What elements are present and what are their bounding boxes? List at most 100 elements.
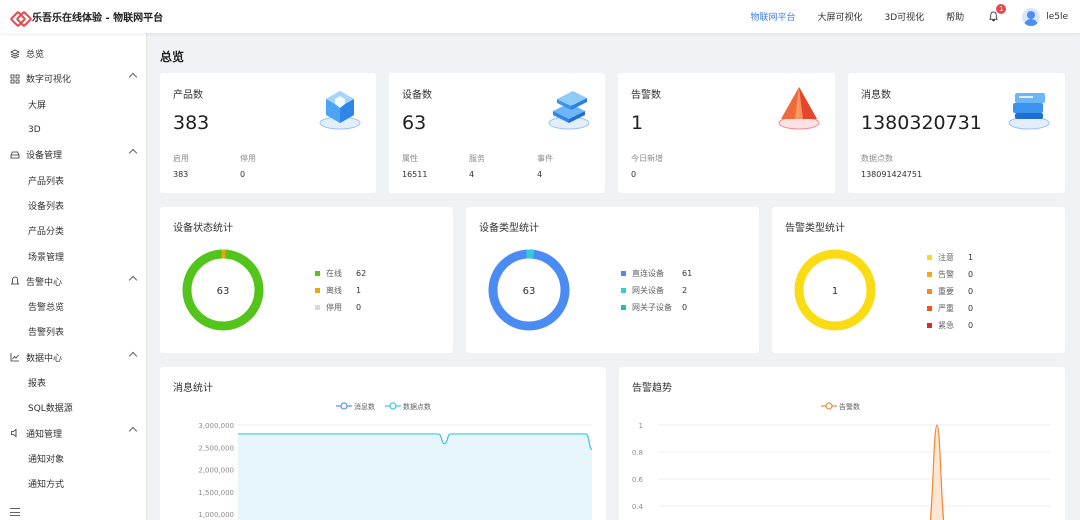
chart-legend[interactable]: 消息数 数据点数	[336, 402, 431, 411]
sidebar-item-device-management[interactable]: 设备管理	[0, 142, 146, 167]
layers-icon	[10, 49, 20, 59]
legend-value: 1	[968, 253, 974, 262]
nav-3d-visual[interactable]: 3D可视化	[885, 10, 925, 23]
bell-icon	[10, 276, 20, 286]
legend-item[interactable]: 离线 1	[315, 282, 366, 299]
sidebar-item-label: 3D	[28, 124, 41, 135]
nav-iot-platform[interactable]: 物联网平台	[750, 10, 795, 23]
legend-item[interactable]: 告警 0	[927, 266, 973, 283]
legend-name: 注意	[938, 253, 954, 262]
y-tick-label: 1,500,000	[198, 489, 234, 497]
donut-center-value: 1	[832, 286, 838, 297]
message-chart-panel: 消息统计 消息数 数据点数 3,000,000 2,500,000 2,000,00…	[160, 367, 606, 520]
alarm-type-legend: 注意 1 告警 0 重要 0 严重 0 紧急 0	[927, 249, 973, 334]
chevron-up-icon	[128, 148, 138, 158]
legend-item[interactable]: 网关子设备 0	[621, 299, 692, 316]
user-avatar[interactable]	[1022, 7, 1041, 26]
legend-swatch	[927, 255, 932, 260]
sidebar-item-product-category[interactable]: 产品分类	[0, 218, 146, 243]
legend-marker	[389, 402, 397, 410]
panel-title: 告警类型统计	[785, 223, 845, 234]
alarm-type-panel: 告警类型统计 1 注意 1 告警 0 重要 0 严重 0 紧急 0	[772, 207, 1065, 353]
device-status-panel: 设备状态统计 63 在线 62 离线 1 停用 0	[160, 207, 453, 353]
stat-title: 消息数	[861, 90, 891, 101]
y-tick-label: 0.6	[632, 476, 644, 484]
legend-item[interactable]: 重要 0	[927, 283, 973, 300]
stat-sub-label: 停用	[240, 154, 256, 163]
sidebar-item-sql-datasource[interactable]: SQL数据源	[0, 395, 146, 420]
legend-item[interactable]: 直连设备 61	[621, 265, 692, 282]
device-type-legend: 直连设备 61 网关设备 2 网关子设备 0	[621, 265, 692, 316]
app-logo[interactable]: 乐吾乐在线体验 - 物联网平台	[12, 9, 163, 24]
sidebar-item-label: 大屏	[28, 100, 47, 111]
legend-swatch	[927, 272, 932, 277]
stat-sub-label: 服务	[469, 154, 485, 163]
legend-value: 0	[968, 270, 974, 279]
sidebar-item-notification-management[interactable]: 通知管理	[0, 420, 146, 445]
sidebar-item-3d[interactable]: 3D	[0, 117, 146, 142]
sidebar-item-product-list[interactable]: 产品列表	[0, 167, 146, 192]
device-type-donut: 63	[488, 249, 570, 331]
stat-sub-value: 4	[469, 170, 475, 179]
legend-name: 网关设备	[632, 286, 664, 295]
device-status-donut: 63	[182, 249, 264, 331]
legend-item[interactable]: 注意 1	[927, 249, 973, 266]
sidebar-item-alarm-overview[interactable]: 告警总览	[0, 294, 146, 319]
chart-legend[interactable]: 告警数	[821, 402, 860, 411]
sidebar-item-overview[interactable]: 总览	[0, 41, 146, 66]
sidebar-item-device-list[interactable]: 设备列表	[0, 193, 146, 218]
message-stack-icon	[1008, 93, 1050, 130]
sidebar-item-alarm-list[interactable]: 告警列表	[0, 319, 146, 344]
alarm-trend-chart: 告警数 1 0.8 0.6 0.4	[632, 402, 1051, 520]
legend-value: 0	[356, 303, 362, 312]
legend-value: 0	[968, 287, 974, 296]
sidebar-item-notify-method[interactable]: 通知方式	[0, 471, 146, 496]
stat-title: 设备数	[402, 90, 432, 101]
sidebar: 总览 数字可视化 大屏 3D 设备管理 产品列表 设备列表 产品分类 场景管理 …	[0, 33, 147, 520]
stat-card-messages: 消息数 1380320731 数据点数 138091424751	[848, 73, 1065, 193]
nav-help[interactable]: 帮助	[946, 10, 964, 23]
notification-bell-icon[interactable]: 1	[986, 3, 1007, 24]
stat-sub-label: 启用	[173, 154, 189, 163]
sidebar-item-label: 产品分类	[28, 227, 65, 238]
collapse-menu-icon[interactable]	[10, 508, 20, 516]
sidebar-item-label: 数据中心	[26, 353, 63, 364]
legend-item[interactable]: 网关设备 2	[621, 282, 692, 299]
y-tick-label: 3,000,000	[198, 422, 234, 430]
stat-value: 1	[631, 112, 644, 134]
sidebar-item-notify-target[interactable]: 通知对象	[0, 446, 146, 471]
username[interactable]: le5le	[1046, 12, 1068, 22]
legend-value: 62	[356, 269, 367, 278]
sidebar-item-scene-management[interactable]: 场景管理	[0, 243, 146, 268]
stat-value: 383	[173, 112, 210, 134]
donut-center-value: 63	[523, 286, 536, 297]
legend-name: 网关子设备	[632, 303, 672, 312]
legend-item[interactable]: 严重 0	[927, 300, 973, 317]
sidebar-item-digital-visual[interactable]: 数字可视化	[0, 66, 146, 91]
sidebar-item-label: SQL数据源	[28, 404, 73, 415]
legend-marker	[340, 402, 348, 410]
sidebar-item-reports[interactable]: 报表	[0, 370, 146, 395]
nav-dashboard-visual[interactable]: 大屏可视化	[817, 10, 862, 23]
sidebar-item-label: 告警总览	[28, 303, 65, 314]
notification-badge: 1	[996, 3, 1007, 14]
warning-cone-icon	[778, 87, 820, 130]
legend-name: 直连设备	[632, 269, 664, 278]
chevron-up-icon	[128, 351, 138, 360]
legend-swatch	[927, 289, 932, 294]
sidebar-item-big-screen[interactable]: 大屏	[0, 92, 146, 117]
alarm-type-donut: 1	[794, 249, 876, 331]
y-tick-label: 1	[639, 422, 643, 430]
sidebar-item-data-center[interactable]: 数据中心	[0, 345, 146, 370]
stat-title: 产品数	[173, 90, 203, 101]
legend-item[interactable]: 紧急 0	[927, 317, 973, 334]
legend-swatch	[927, 306, 932, 311]
legend-item[interactable]: 停用 0	[315, 299, 366, 316]
sidebar-item-label: 报表	[28, 379, 47, 389]
chevron-up-icon	[128, 427, 138, 436]
sidebar-item-alarm-center[interactable]: 告警中心	[0, 269, 146, 294]
y-tick-label: 0.8	[632, 449, 643, 457]
legend-item[interactable]: 在线 62	[315, 265, 366, 282]
top-nav: 物联网平台 大屏可视化 3D可视化 帮助 1 le5le	[750, 0, 1080, 33]
alarm-trend-panel: 告警趋势 告警数 1 0.8 0.6 0.4	[619, 367, 1065, 520]
